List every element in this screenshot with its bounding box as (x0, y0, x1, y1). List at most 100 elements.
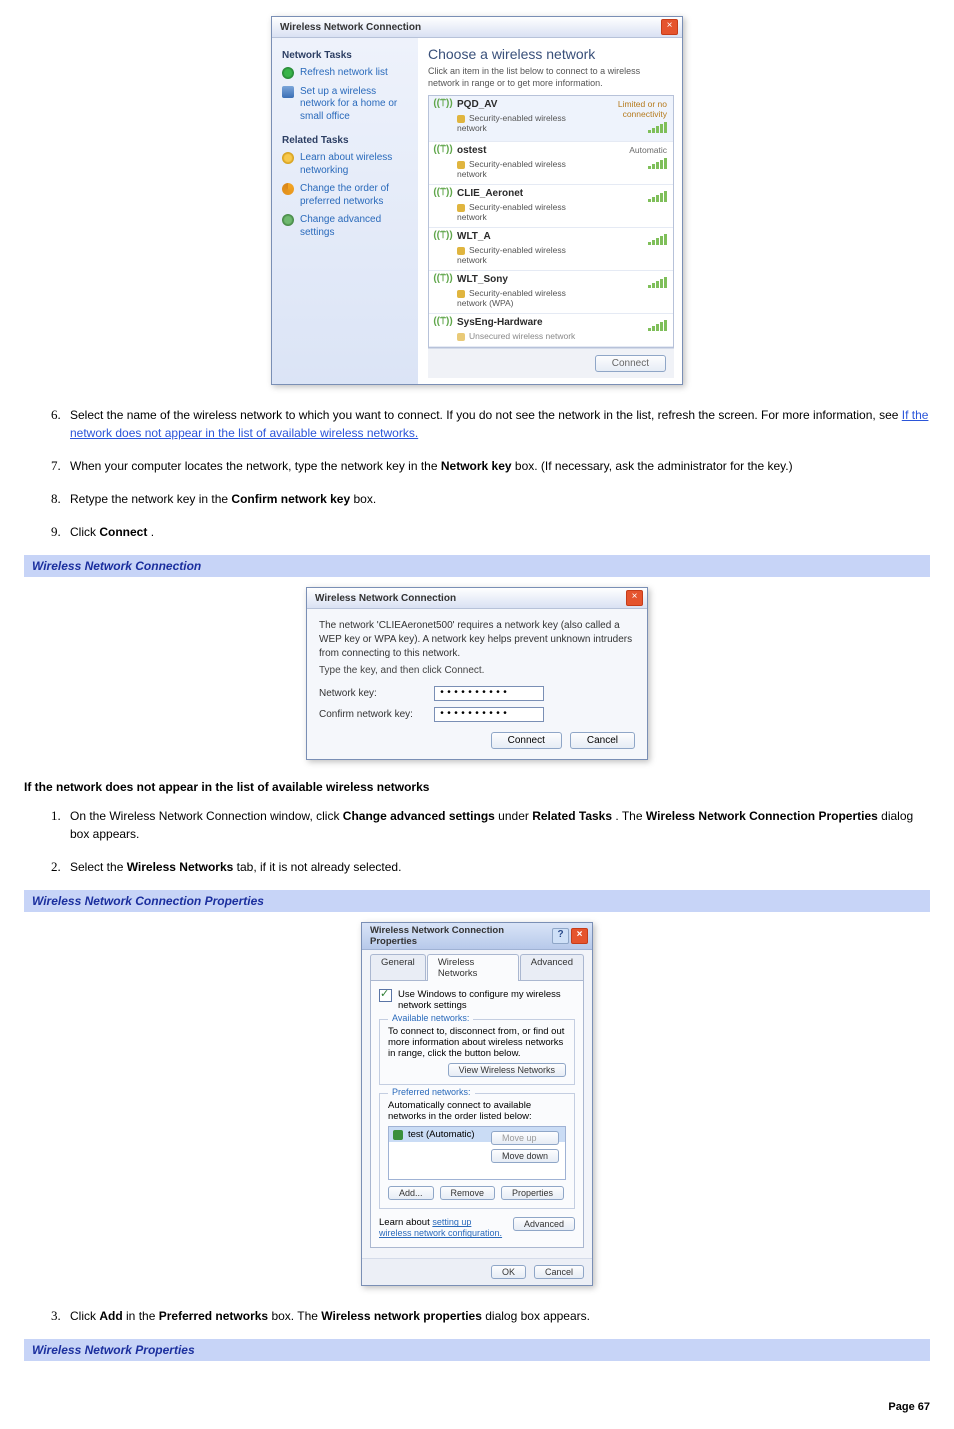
dialog-message: The network 'CLIEAeronet500' requires a … (319, 619, 635, 661)
group-text: To connect to, disconnect from, or find … (388, 1026, 566, 1059)
remove-button[interactable]: Remove (440, 1186, 496, 1200)
network-desc: Security-enabled wireless network (457, 245, 591, 265)
network-name: ostest (457, 145, 591, 156)
figure-3-props-dialog: Wireless Network Connection Properties ?… (361, 922, 593, 1286)
wireless-signal-icon: ((⍡)) (435, 317, 451, 327)
help-icon[interactable]: ? (552, 928, 569, 944)
move-down-button[interactable]: Move down (491, 1149, 559, 1163)
network-key-input[interactable]: •••••••••• (434, 686, 544, 701)
cancel-button[interactable]: Cancel (534, 1265, 584, 1279)
network-desc: Unsecured wireless network (457, 331, 591, 341)
sidebar-item-label: Set up a wireless network for a home or … (300, 86, 410, 124)
close-icon[interactable]: × (661, 19, 678, 35)
tab-wireless-networks[interactable]: Wireless Networks (427, 954, 519, 981)
main-panel: Choose a wireless network Click an item … (418, 38, 682, 384)
network-desc: Security-enabled wireless network (457, 159, 591, 179)
sidebar-item-setup[interactable]: Set up a wireless network for a home or … (282, 86, 410, 124)
steps-list-b: On the Wireless Network Connection windo… (24, 806, 930, 876)
network-item[interactable]: ((⍡)) ostest Security-enabled wireless n… (429, 142, 673, 185)
step-b2: Select the Wireless Networks tab, if it … (64, 857, 930, 876)
ok-button[interactable]: OK (491, 1265, 526, 1279)
label-confirm-key: Confirm network key: (319, 709, 434, 720)
subheading-if-network-not-appear: If the network does not appear in the li… (24, 780, 930, 794)
wireless-signal-icon: ((⍡)) (435, 145, 451, 155)
network-item[interactable]: ((⍡)) WLT_Sony Security-enabled wireless… (429, 271, 673, 314)
move-up-button[interactable]: Move up (491, 1131, 559, 1145)
close-icon[interactable]: × (571, 928, 588, 944)
window-title: Wireless Network Connection (315, 593, 456, 604)
main-heading: Choose a wireless network (428, 46, 674, 62)
network-item[interactable]: ((⍡)) CLIE_Aeronet Security-enabled wire… (429, 185, 673, 228)
window-title: Wireless Network Connection Properties (370, 925, 552, 947)
learn-prefix: Learn about (379, 1217, 432, 1228)
step-7: When your computer locates the network, … (64, 456, 930, 475)
step-8: Retype the network key in the Confirm ne… (64, 489, 930, 508)
use-windows-checkbox-row[interactable]: Use Windows to configure my wireless net… (379, 989, 575, 1011)
signal-bars-icon (648, 319, 667, 331)
network-desc: Security-enabled wireless network (457, 202, 591, 222)
window-titlebar: Wireless Network Connection × (272, 17, 682, 38)
sidebar-item-learn[interactable]: Learn about wireless networking (282, 152, 410, 177)
wireless-signal-icon: ((⍡)) (435, 231, 451, 241)
section-bar-wnp: Wireless Network Properties (24, 1339, 930, 1361)
network-name: WLT_Sony (457, 274, 591, 285)
tab-panel: Use Windows to configure my wireless net… (370, 980, 584, 1248)
sidebar-header-related-tasks: Related Tasks (282, 135, 410, 146)
figure-1-wireless-chooser: Wireless Network Connection × Network Ta… (271, 16, 683, 385)
connect-button[interactable]: Connect (491, 732, 562, 749)
cancel-button[interactable]: Cancel (570, 732, 635, 749)
window-titlebar: Wireless Network Connection × (307, 588, 647, 609)
signal-bars-icon (648, 121, 667, 133)
sidebar-item-advanced[interactable]: Change advanced settings (282, 214, 410, 239)
group-preferred-networks: Preferred networks: Automatically connec… (379, 1093, 575, 1209)
step-b3: Click Add in the Preferred networks box.… (64, 1306, 930, 1325)
steps-list-c: Click Add in the Preferred networks box.… (24, 1306, 930, 1325)
network-name: PQD_AV (457, 99, 591, 110)
label-network-key: Network key: (319, 688, 434, 699)
refresh-icon (282, 67, 294, 79)
connect-button[interactable]: Connect (595, 355, 666, 372)
signal-bars-icon (648, 276, 667, 288)
network-status: Limited or no connectivity (597, 99, 667, 119)
close-icon[interactable]: × (626, 590, 643, 606)
sidebar-item-label: Refresh network list (300, 67, 388, 80)
sidebar-item-refresh[interactable]: Refresh network list (282, 67, 410, 80)
network-icon (393, 1130, 403, 1140)
sidebar-item-label: Change advanced settings (300, 214, 410, 239)
view-wireless-button[interactable]: View Wireless Networks (448, 1063, 566, 1077)
network-desc: Security-enabled wireless network (WPA) (457, 288, 591, 308)
dialog-hint: Type the key, and then click Connect. (319, 665, 635, 676)
tab-advanced[interactable]: Advanced (520, 954, 584, 981)
confirm-key-input[interactable]: •••••••••• (434, 707, 544, 722)
tab-general[interactable]: General (370, 954, 426, 981)
checkbox-icon[interactable] (379, 989, 392, 1002)
sidebar-item-order[interactable]: Change the order of preferred networks (282, 183, 410, 208)
list-item-label: test (Automatic) (408, 1129, 475, 1140)
advanced-button[interactable]: Advanced (513, 1217, 575, 1231)
properties-button[interactable]: Properties (501, 1186, 564, 1200)
network-item[interactable]: ((⍡)) PQD_AV Security-enabled wireless n… (429, 96, 673, 142)
network-list: ((⍡)) PQD_AV Security-enabled wireless n… (428, 95, 674, 348)
sidebar-header-network-tasks: Network Tasks (282, 50, 410, 61)
page-number: Page 67 (24, 1401, 930, 1413)
network-item[interactable]: ((⍡)) WLT_A Security-enabled wireless ne… (429, 228, 673, 271)
group-title: Preferred networks: (388, 1087, 475, 1097)
checkbox-label: Use Windows to configure my wireless net… (398, 989, 575, 1011)
network-name: CLIE_Aeronet (457, 188, 591, 199)
order-icon (282, 183, 294, 195)
gear-icon (282, 214, 294, 226)
tabs: General Wireless Networks Advanced (370, 954, 584, 981)
network-name: WLT_A (457, 231, 591, 242)
wireless-signal-icon: ((⍡)) (435, 274, 451, 284)
main-subtext: Click an item in the list below to conne… (428, 66, 674, 89)
wireless-signal-icon: ((⍡)) (435, 188, 451, 198)
add-button[interactable]: Add... (388, 1186, 434, 1200)
learn-icon (282, 152, 294, 164)
step-6: Select the name of the wireless network … (64, 405, 930, 442)
setup-icon (282, 86, 294, 98)
network-item[interactable]: ((⍡)) SysEng-Hardware Unsecured wireless… (429, 314, 673, 347)
signal-bars-icon (648, 190, 667, 202)
step-b1: On the Wireless Network Connection windo… (64, 806, 930, 843)
preferred-listbox[interactable]: test (Automatic) Move up Move down (388, 1126, 566, 1180)
group-title: Available networks: (388, 1013, 473, 1023)
